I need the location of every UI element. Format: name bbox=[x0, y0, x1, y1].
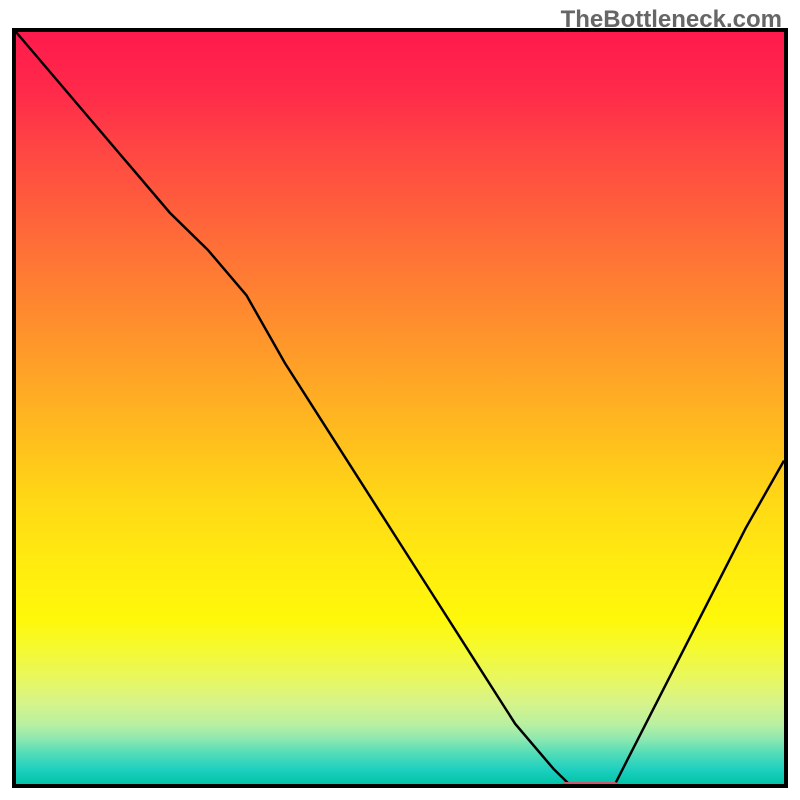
chart-curve bbox=[16, 32, 784, 784]
watermark-text: TheBottleneck.com bbox=[561, 6, 782, 34]
chart-frame bbox=[12, 28, 788, 788]
optimum-marker bbox=[559, 782, 621, 788]
